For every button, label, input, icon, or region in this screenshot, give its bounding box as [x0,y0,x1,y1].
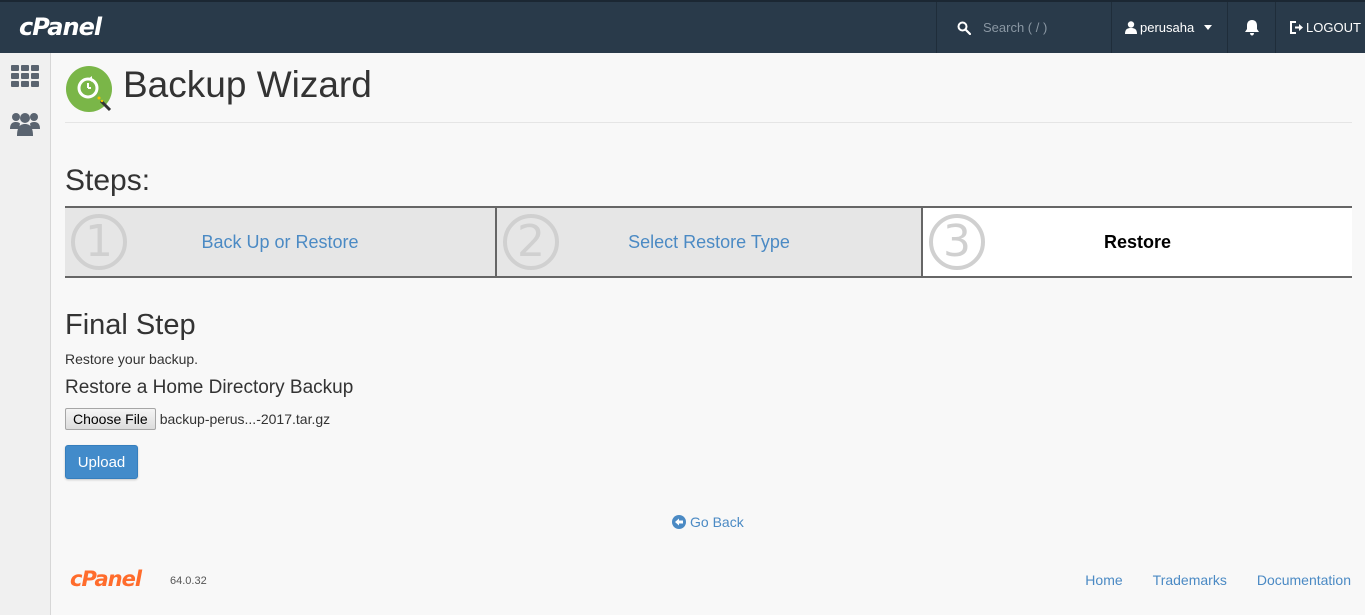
logout-label: LOGOUT [1306,20,1361,35]
go-back-label: Go Back [690,514,744,530]
sidebar-item-tools[interactable] [10,62,40,90]
wizard-steps: 1 Back Up or Restore 2 Select Restore Ty… [65,206,1352,278]
step-back-up-or-restore[interactable]: 1 Back Up or Restore [65,206,495,278]
arrow-circle-left-icon [672,515,686,529]
choose-file-button[interactable]: Choose File [65,408,156,430]
search-input[interactable] [983,20,1103,35]
user-menu[interactable]: perusaha [1111,2,1227,53]
search-box[interactable] [936,2,1111,53]
steps-heading: Steps: [65,164,151,197]
cpanel-logo[interactable]: cPanel [19,13,102,41]
chevron-down-icon [1204,25,1213,30]
footer-links: Home Trademarks Documentation [1055,572,1351,588]
users-icon [10,113,40,136]
footer-cpanel-logo[interactable]: cPanel [70,567,142,591]
top-navbar: cPanel perusaha LOGOUT [0,0,1365,53]
final-step-description: Restore your backup. [65,351,199,367]
title-divider [65,122,1352,123]
restore-home-directory-heading: Restore a Home Directory Backup [65,377,354,398]
backup-wizard-icon [66,66,112,112]
apps-grid-icon [11,65,39,87]
sidebar [0,53,51,615]
logout-button[interactable]: LOGOUT [1275,2,1365,53]
user-icon [1125,21,1137,34]
notifications-button[interactable] [1227,2,1275,53]
upload-button[interactable]: Upload [65,445,138,479]
final-step-heading: Final Step [65,309,196,341]
selected-file-name: backup-perus...-2017.tar.gz [159,411,331,427]
version-label: 64.0.32 [170,575,207,587]
step-label[interactable]: Select Restore Type [497,232,921,253]
bell-icon [1244,20,1259,36]
sidebar-item-users[interactable] [10,110,40,138]
step-label[interactable]: Back Up or Restore [65,232,495,253]
file-picker: Choose File backup-perus...-2017.tar.gz [65,408,330,430]
go-back-link[interactable]: Go Back [672,514,744,530]
footer-link-home[interactable]: Home [1085,572,1122,588]
step-select-restore-type[interactable]: 2 Select Restore Type [495,206,923,278]
username-label: perusaha [1140,20,1195,35]
search-icon [957,21,971,35]
step-label: Restore [1103,231,1172,252]
page-title: Backup Wizard [123,64,372,105]
step-restore: 3 Restore [923,206,1352,278]
logout-icon [1290,21,1303,34]
footer-link-documentation[interactable]: Documentation [1257,572,1351,588]
footer-link-trademarks[interactable]: Trademarks [1153,572,1227,588]
